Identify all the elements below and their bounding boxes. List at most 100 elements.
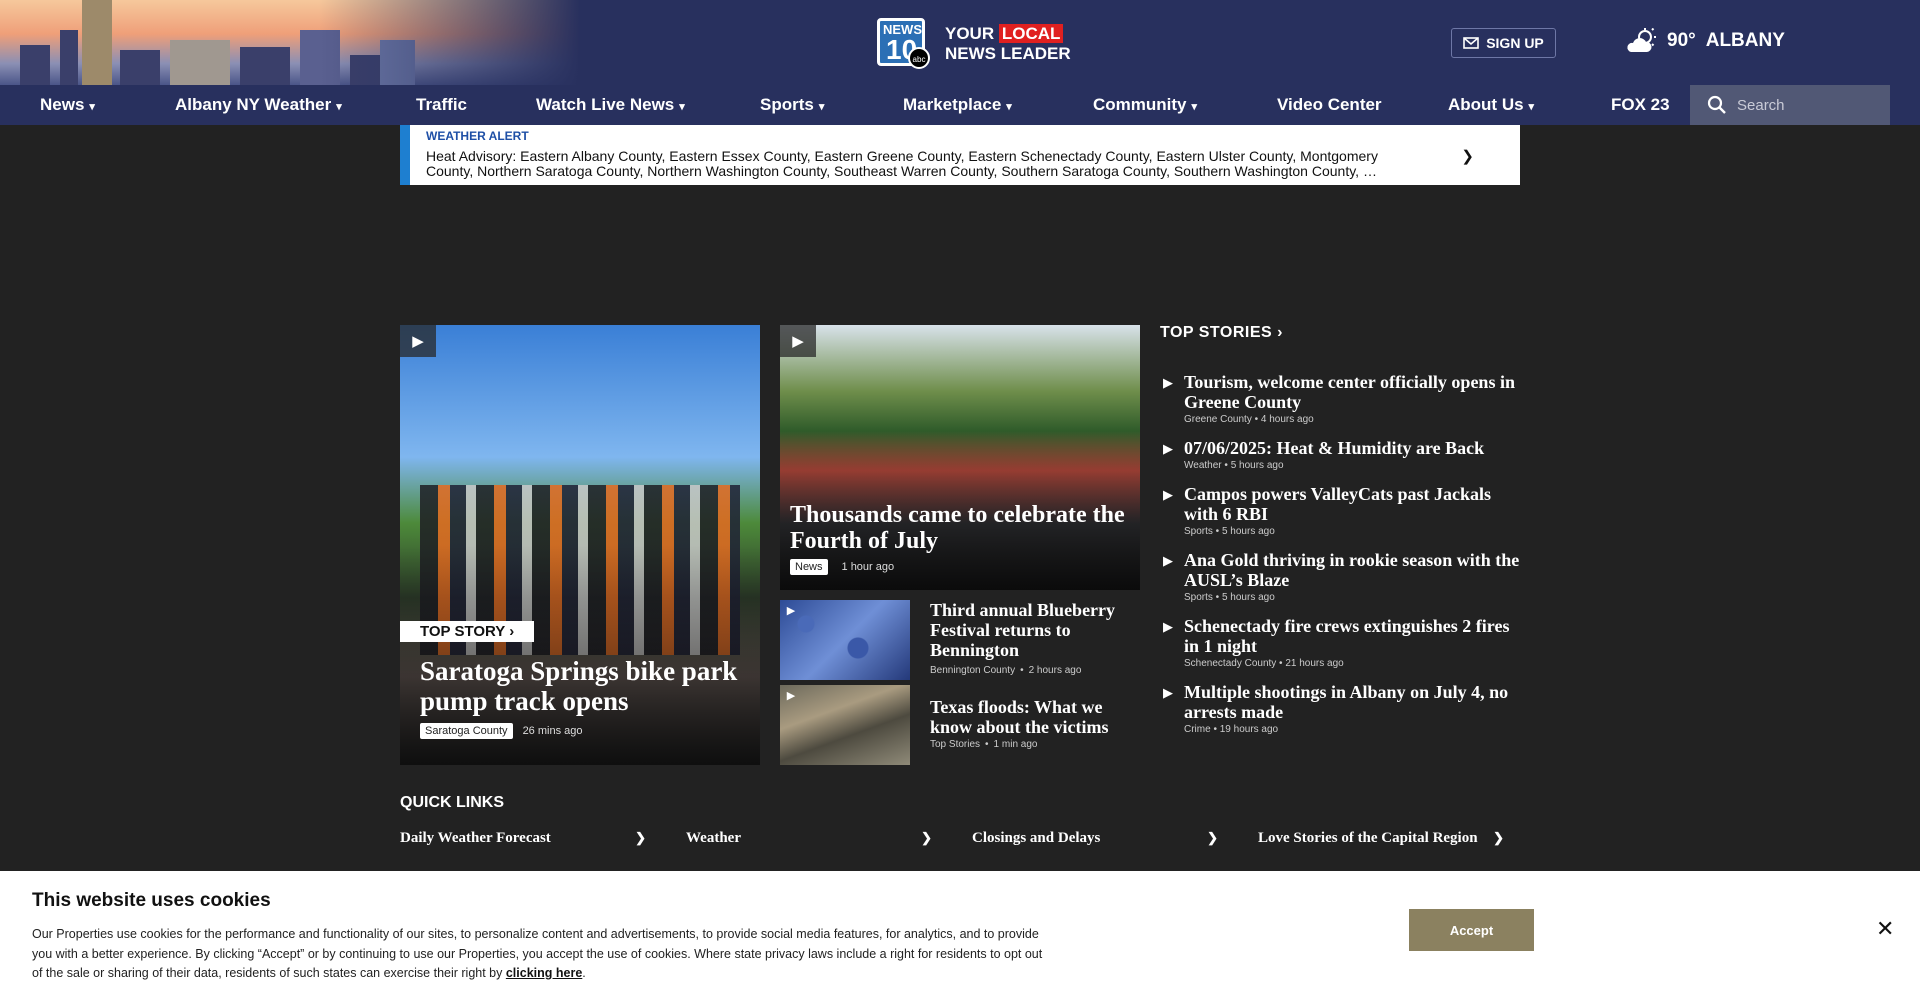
search-input[interactable] [1737,96,1887,114]
timestamp: 1 min ago [993,739,1038,750]
search-icon [1707,95,1726,114]
play-icon: ▶ [1163,441,1173,456]
timestamp: 5 hours ago [1221,592,1275,603]
cookie-title: This website uses cookies [32,890,271,911]
site-header: NEWS 10 abc YOUR LOCAL NEWS LEADER SIGN … [0,0,1920,85]
alert-message: Heat Advisory: Eastern Albany County, Ea… [426,148,1378,179]
logo-tagline-highlight: LOCAL [998,24,1064,43]
top-story-item[interactable]: ▶ Ana Gold thriving in rookie season wit… [1160,550,1520,603]
logo-tagline-1: YOUR [945,24,999,43]
section-label[interactable]: Crime [1184,724,1211,735]
section-label[interactable]: Sports [1184,526,1213,537]
quick-link[interactable]: Closings and Delays ❯ [972,830,1218,847]
timestamp: 5 hours ago [1221,526,1275,537]
section-label[interactable]: Weather [1184,460,1222,471]
nav-item-traffic[interactable]: Traffic [416,85,467,125]
nav-item-about-us[interactable]: About Us ▾ [1448,85,1534,125]
play-icon[interactable]: ▶ [780,685,802,705]
top-story-item[interactable]: ▶ 07/06/2025: Heat & Humidity are Back W… [1160,438,1520,471]
chevron-right-icon[interactable]: ❯ [1461,147,1474,165]
partly-sunny-icon [1627,28,1656,52]
nav-item-news[interactable]: News ▾ [40,85,95,125]
quick-link[interactable]: Love Stories of the Capital Region ❯ [1258,830,1504,847]
chevron-right-icon: ❯ [921,830,932,845]
small-story[interactable]: ▶ Texas floods: What we know about the v… [780,685,1140,765]
play-icon: ▶ [1163,685,1173,700]
play-icon: ▶ [1163,553,1173,568]
small-story-title[interactable]: Third annual Blueberry Festival returns … [930,600,1140,660]
section-tag[interactable]: Saratoga County [420,723,513,739]
hero-story[interactable]: ▶ TOP STORY › Saratoga Springs bike park… [400,325,760,765]
timestamp: 5 hours ago [1230,460,1284,471]
chevron-right-icon: ❯ [1207,830,1218,845]
chevron-down-icon: ▾ [818,101,825,113]
timestamp: 26 mins ago [522,725,583,737]
accept-button[interactable]: Accept [1409,909,1534,951]
section-label[interactable]: Greene County [1184,414,1252,425]
cookie-banner: This website uses cookies Our Properties… [0,871,1920,993]
logo-tagline-2: NEWS LEADER [945,44,1071,63]
nav-item-fox23[interactable]: FOX 23 [1611,85,1670,125]
signup-label: SIGN UP [1486,35,1544,51]
secondary-story[interactable]: ▶ Thousands came to celebrate the Fourth… [780,325,1140,590]
top-story-item[interactable]: ▶ Multiple shootings in Albany on July 4… [1160,682,1520,735]
story-title[interactable]: Ana Gold thriving in rookie season with … [1184,550,1520,590]
timestamp: 4 hours ago [1260,414,1314,425]
story-title[interactable]: Multiple shootings in Albany on July 4, … [1184,682,1520,722]
play-icon[interactable]: ▶ [780,600,802,620]
top-story-item[interactable]: ▶ Tourism, welcome center officially ope… [1160,372,1520,425]
small-story[interactable]: ▶ Third annual Blueberry Festival return… [780,600,1140,680]
site-logo[interactable]: NEWS 10 abc YOUR LOCAL NEWS LEADER [877,18,1071,69]
play-icon[interactable]: ▶ [400,325,436,357]
nav-item-community[interactable]: Community ▾ [1093,85,1197,125]
search-box[interactable] [1690,85,1890,125]
top-story-item[interactable]: ▶ Campos powers ValleyCats past Jackals … [1160,484,1520,537]
chevron-down-icon: ▾ [1006,101,1012,113]
envelope-icon [1463,37,1480,49]
weather-alert-banner[interactable]: WEATHER ALERT Heat Advisory: Eastern Alb… [400,125,1520,185]
top-story-item[interactable]: ▶ Schenectady fire crews extinguishes 2 … [1160,616,1520,669]
section-tag[interactable]: News [790,559,828,575]
nav-item-watch-live[interactable]: Watch Live News ▾ [536,85,685,125]
nav-item-marketplace[interactable]: Marketplace ▾ [903,85,1012,125]
hero-title[interactable]: Saratoga Springs bike park pump track op… [420,656,740,716]
chevron-right-icon: › [509,623,515,640]
quick-link[interactable]: Weather ❯ [686,830,932,847]
cookie-text: Our Properties use cookies for the perfo… [32,927,1043,980]
opt-out-link[interactable]: clicking here [506,966,582,980]
chevron-down-icon: ▾ [679,101,685,113]
nav-item-sports[interactable]: Sports ▾ [760,85,824,125]
timestamp: 1 hour ago [841,561,895,573]
abc-logo: abc [908,47,930,69]
weather-widget[interactable]: 90° ALBANY [1625,28,1785,54]
section-label[interactable]: Sports [1184,592,1213,603]
story-title[interactable]: Tourism, welcome center officially opens… [1184,372,1520,412]
timestamp: 2 hours ago [1028,665,1082,676]
chevron-right-icon: ❯ [1493,830,1504,845]
play-icon[interactable]: ▶ [780,325,816,357]
small-story-title[interactable]: Texas floods: What we know about the vic… [930,697,1140,737]
signup-button[interactable]: SIGN UP [1451,28,1556,58]
nav-item-albany-weather[interactable]: Albany NY Weather ▾ [175,85,342,125]
top-stories-heading[interactable]: TOP STORIES › [1160,324,1283,342]
weather-city: ALBANY [1705,30,1785,51]
story-title[interactable]: 07/06/2025: Heat & Humidity are Back [1184,438,1520,458]
close-icon[interactable]: ✕ [1876,916,1894,942]
play-icon: ▶ [1163,619,1173,634]
chevron-right-icon: ❯ [635,830,646,845]
chevron-down-icon: ▾ [1191,101,1198,113]
section-label[interactable]: Schenectady County [1184,658,1276,669]
story-title[interactable]: Campos powers ValleyCats past Jackals wi… [1184,484,1520,524]
secondary-title[interactable]: Thousands came to celebrate the Fourth o… [790,502,1135,554]
chevron-right-icon: › [1277,324,1283,341]
quick-link[interactable]: Daily Weather Forecast ❯ [400,830,646,847]
nav-item-video-center[interactable]: Video Center [1277,85,1382,125]
top-story-badge[interactable]: TOP STORY › [400,621,535,642]
section-label[interactable]: Top Stories [930,739,980,750]
weather-temp: 90° [1667,30,1696,51]
story-title[interactable]: Schenectady fire crews extinguishes 2 fi… [1184,616,1520,656]
quick-links-heading: QUICK LINKS [400,794,504,811]
timestamp: 19 hours ago [1219,724,1279,735]
section-label[interactable]: Bennington County [930,665,1015,676]
skyline-banner [0,0,580,85]
